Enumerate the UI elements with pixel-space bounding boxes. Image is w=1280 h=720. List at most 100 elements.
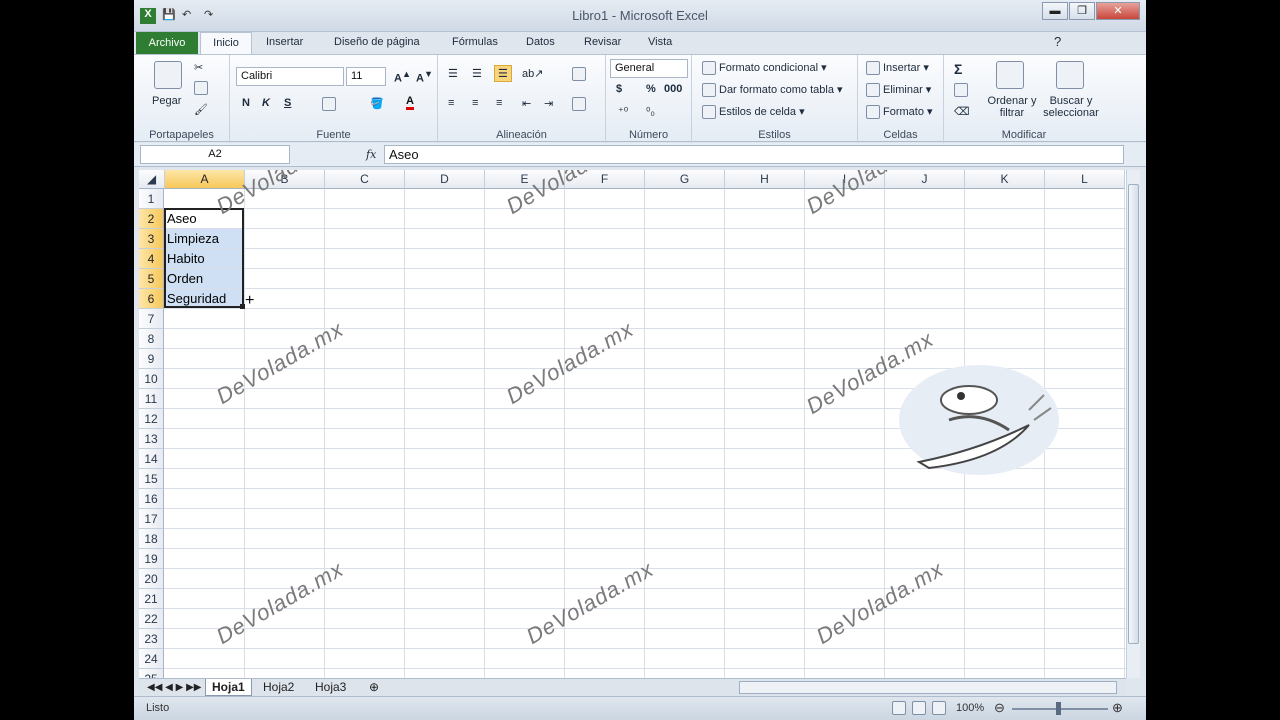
- thousands-button[interactable]: 000: [664, 83, 682, 95]
- help-icon[interactable]: ?: [1054, 34, 1061, 49]
- name-box[interactable]: A2: [140, 145, 290, 164]
- row-header[interactable]: 9: [139, 349, 164, 369]
- row-header[interactable]: 11: [139, 389, 164, 409]
- percent-button[interactable]: %: [646, 83, 656, 95]
- tab-inicio[interactable]: Inicio: [200, 32, 252, 55]
- align-top-icon[interactable]: ☰: [448, 67, 458, 80]
- column-header[interactable]: L: [1045, 170, 1125, 189]
- tab-insertar[interactable]: Insertar: [266, 36, 303, 48]
- column-header[interactable]: C: [325, 170, 405, 189]
- conditional-format-button[interactable]: Formato condicional ▾: [702, 61, 827, 76]
- row-header[interactable]: 3: [139, 229, 164, 249]
- find-select-button[interactable]: Buscar y seleccionar: [1040, 95, 1102, 119]
- tab-archivo[interactable]: Archivo: [136, 32, 198, 54]
- formula-input[interactable]: Aseo: [384, 145, 1124, 164]
- row-header[interactable]: 16: [139, 489, 164, 509]
- merge-center-icon[interactable]: [572, 97, 589, 111]
- scroll-thumb[interactable]: [1128, 184, 1139, 644]
- fill-color-icon[interactable]: 🪣: [370, 97, 384, 110]
- page-break-icon[interactable]: [932, 701, 949, 715]
- format-painter-icon[interactable]: 🖌: [194, 103, 208, 116]
- currency-button[interactable]: $: [616, 83, 622, 95]
- row-header[interactable]: 14: [139, 449, 164, 469]
- underline-button[interactable]: S: [284, 97, 291, 109]
- font-size-field[interactable]: 11: [346, 67, 386, 86]
- format-cells-button[interactable]: Formato ▾: [866, 105, 933, 120]
- row-header[interactable]: 12: [139, 409, 164, 429]
- tab-datos[interactable]: Datos: [526, 36, 555, 48]
- minimize-button[interactable]: ▬: [1042, 2, 1068, 20]
- row-header[interactable]: 20: [139, 569, 164, 589]
- italic-button[interactable]: K: [262, 97, 270, 109]
- number-format-select[interactable]: General: [610, 59, 688, 78]
- select-all-corner[interactable]: ◢: [139, 170, 165, 189]
- row-header[interactable]: 15: [139, 469, 164, 489]
- row-header[interactable]: 21: [139, 589, 164, 609]
- column-header[interactable]: H: [725, 170, 805, 189]
- font-name-field[interactable]: Calibri: [236, 67, 344, 86]
- column-header[interactable]: J: [885, 170, 965, 189]
- shrink-font-icon[interactable]: A▼: [416, 69, 433, 85]
- cut-icon[interactable]: ✂: [194, 61, 203, 74]
- column-header[interactable]: D: [405, 170, 485, 189]
- row-header[interactable]: 8: [139, 329, 164, 349]
- fill-icon[interactable]: [954, 83, 971, 97]
- sheet-tab-hoja1[interactable]: Hoja1: [205, 679, 252, 696]
- autosum-button[interactable]: Σ: [954, 61, 962, 77]
- row-header[interactable]: 24: [139, 649, 164, 669]
- decrease-decimal-icon[interactable]: ⁰₀: [646, 105, 655, 118]
- zoom-out-icon[interactable]: ⊖: [994, 700, 1005, 716]
- vertical-scrollbar[interactable]: [1126, 170, 1140, 678]
- tab-vista[interactable]: Vista: [648, 36, 672, 48]
- row-header[interactable]: 2: [139, 209, 164, 229]
- row-header[interactable]: 17: [139, 509, 164, 529]
- insert-cells-button[interactable]: Insertar ▾: [866, 61, 929, 76]
- zoom-in-icon[interactable]: ⊕: [1112, 700, 1123, 716]
- sheet-nav-icon[interactable]: ◀◀ ◀ ▶ ▶▶: [141, 679, 207, 696]
- worksheet-grid[interactable]: ◢ ABCDEFGHIJKL 1 2 3 4 5 6 7 8 9 10 11 12 13 14 15 16 17…: [139, 170, 1126, 678]
- new-sheet-icon[interactable]: ⊕: [363, 679, 385, 696]
- copy-icon[interactable]: [194, 81, 211, 95]
- increase-indent-icon[interactable]: ⇥: [544, 97, 553, 110]
- tab-diseno-pagina[interactable]: Diseño de página: [334, 36, 420, 48]
- orientation-icon[interactable]: ab↗: [522, 67, 543, 80]
- bold-button[interactable]: N: [242, 97, 250, 109]
- row-header[interactable]: 13: [139, 429, 164, 449]
- page-layout-icon[interactable]: [912, 701, 929, 715]
- row-header[interactable]: 4: [139, 249, 164, 269]
- column-header[interactable]: G: [645, 170, 725, 189]
- row-header[interactable]: 1: [139, 189, 164, 209]
- restore-button[interactable]: ❐: [1069, 2, 1095, 20]
- borders-icon[interactable]: [322, 97, 339, 111]
- column-header[interactable]: K: [965, 170, 1045, 189]
- row-header[interactable]: 18: [139, 529, 164, 549]
- format-as-table-button[interactable]: Dar formato como tabla ▾: [702, 83, 843, 98]
- sheet-tab-hoja2[interactable]: Hoja2: [257, 679, 300, 696]
- font-color-icon[interactable]: A: [406, 95, 414, 110]
- increase-decimal-icon[interactable]: ⁺⁰: [618, 105, 628, 118]
- align-right-icon[interactable]: ≡: [496, 97, 502, 109]
- close-button[interactable]: ✕: [1096, 2, 1140, 20]
- zoom-level[interactable]: 100%: [956, 702, 984, 714]
- decrease-indent-icon[interactable]: ⇤: [522, 97, 531, 110]
- align-center-icon[interactable]: ≡: [472, 97, 478, 109]
- paste-button[interactable]: Pegar: [152, 95, 181, 107]
- horizontal-scrollbar[interactable]: [739, 681, 1117, 694]
- cell-styles-button[interactable]: Estilos de celda ▾: [702, 105, 805, 120]
- row-header[interactable]: 7: [139, 309, 164, 329]
- row-header[interactable]: 22: [139, 609, 164, 629]
- row-header[interactable]: 19: [139, 549, 164, 569]
- row-header[interactable]: 25: [139, 669, 164, 678]
- sheet-tab-hoja3[interactable]: Hoja3: [309, 679, 352, 696]
- zoom-slider-thumb[interactable]: [1056, 702, 1061, 715]
- tab-formulas[interactable]: Fórmulas: [452, 36, 498, 48]
- fx-icon[interactable]: fx: [366, 148, 376, 161]
- row-header[interactable]: 5: [139, 269, 164, 289]
- align-middle-icon[interactable]: ☰: [472, 67, 482, 80]
- sort-filter-button[interactable]: Ordenar y filtrar: [982, 95, 1042, 119]
- delete-cells-button[interactable]: Eliminar ▾: [866, 83, 931, 98]
- row-header[interactable]: 6: [139, 289, 164, 309]
- clear-icon[interactable]: ⌫: [954, 105, 970, 118]
- row-header[interactable]: 10: [139, 369, 164, 389]
- wrap-text-icon[interactable]: [572, 67, 589, 81]
